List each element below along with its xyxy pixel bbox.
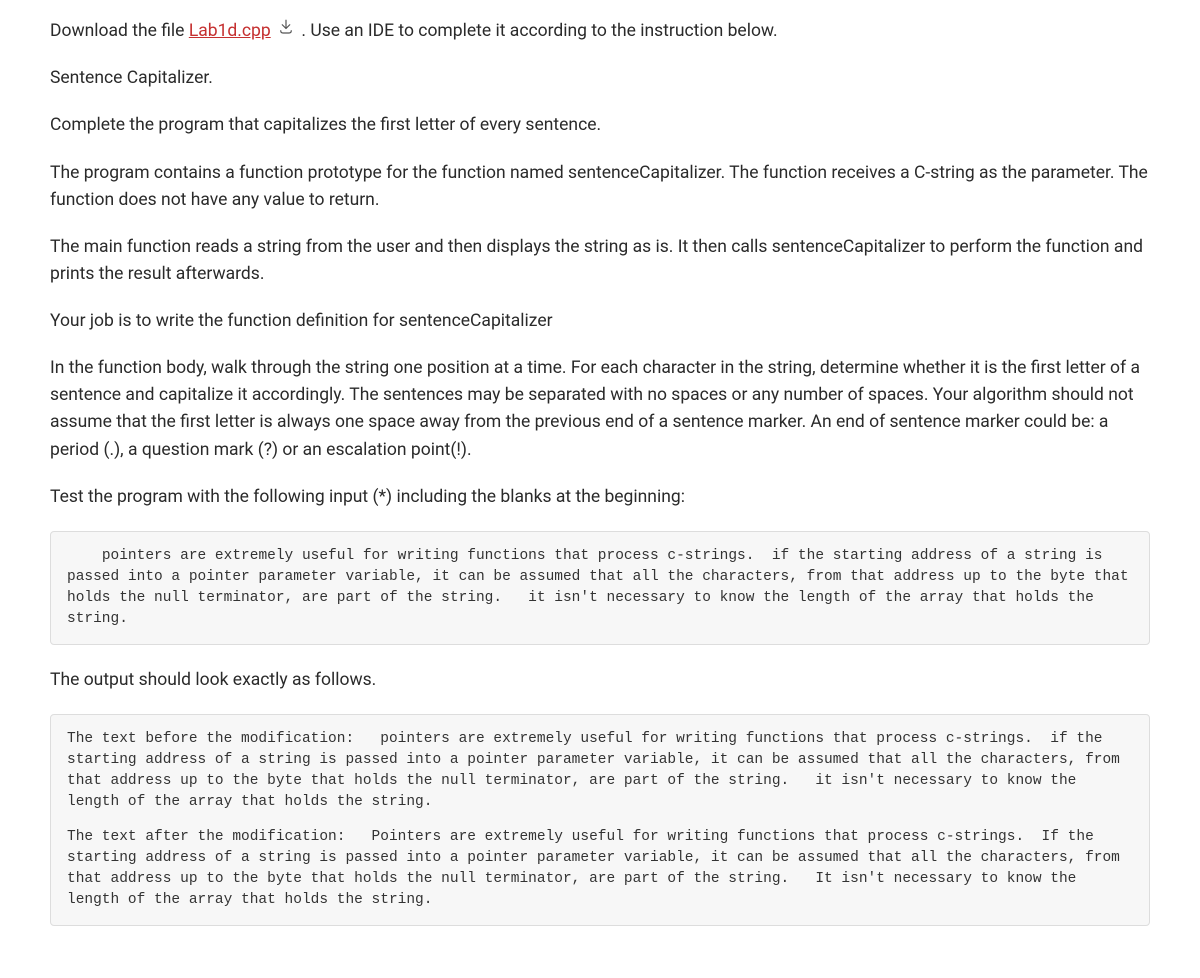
output-before-text: The text before the modification: pointe… xyxy=(67,729,1133,813)
output-after-text: The text after the modification: Pointer… xyxy=(67,827,1133,911)
algorithm-paragraph: In the function body, walk through the s… xyxy=(50,355,1150,464)
main-function-paragraph: The main function reads a string from th… xyxy=(50,234,1150,288)
title-paragraph: Sentence Capitalizer. xyxy=(50,65,1150,92)
file-download-link[interactable]: Lab1d.cpp xyxy=(189,21,271,41)
test-input-paragraph: Test the program with the following inpu… xyxy=(50,484,1150,511)
intro-prefix: Download the file xyxy=(50,21,189,41)
input-code-block: pointers are extremely useful for writin… xyxy=(50,531,1150,645)
output-code-block: The text before the modification: pointe… xyxy=(50,714,1150,926)
task-paragraph: Your job is to write the function defini… xyxy=(50,308,1150,335)
overview-paragraph: Complete the program that capitalizes th… xyxy=(50,112,1150,139)
intro-paragraph: Download the file Lab1d.cpp . Use an IDE… xyxy=(50,18,1150,45)
intro-suffix: . Use an IDE to complete it according to… xyxy=(297,21,778,41)
output-intro-paragraph: The output should look exactly as follow… xyxy=(50,667,1150,694)
download-icon[interactable] xyxy=(277,18,295,45)
prototype-paragraph: The program contains a function prototyp… xyxy=(50,160,1150,214)
